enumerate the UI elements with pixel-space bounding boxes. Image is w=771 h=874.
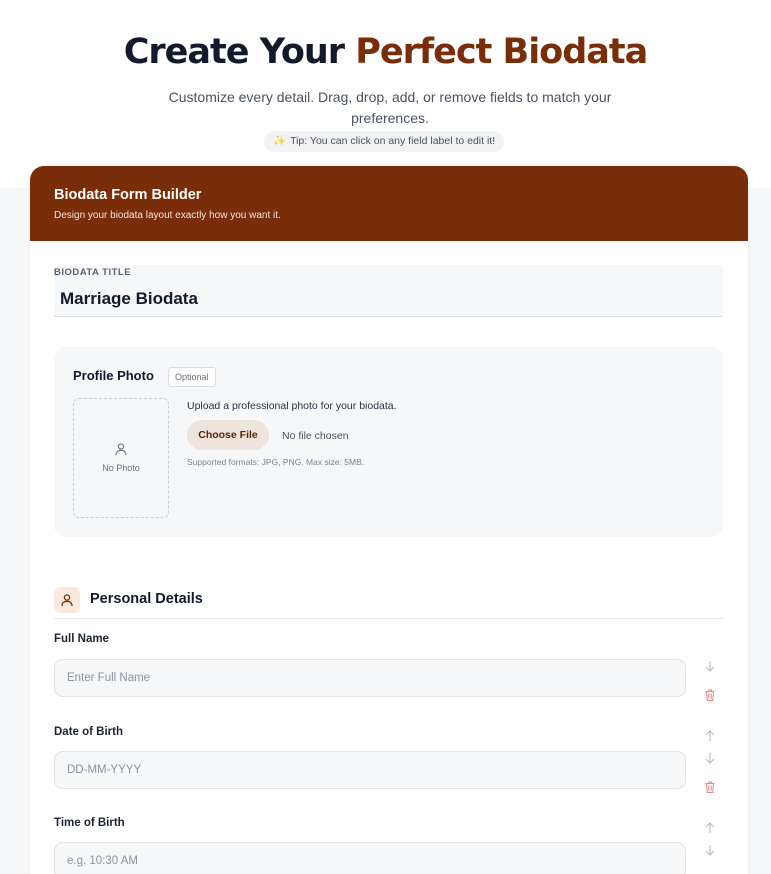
form-builder-card: Biodata Form Builder Design your biodata… — [30, 166, 748, 874]
biodata-title-label: BIODATA TITLE — [54, 267, 132, 278]
card-header: Biodata Form Builder Design your biodata… — [30, 166, 748, 241]
no-photo-text: No Photo — [102, 463, 140, 473]
page-subtitle: Customize every detail. Drag, drop, add,… — [168, 89, 612, 126]
upload-description: Upload a professional photo for your bio… — [187, 400, 397, 412]
delete-icon[interactable] — [703, 688, 717, 702]
profile-photo-panel: Profile Photo Optional No Photo Upload a… — [54, 347, 723, 537]
page-title-accent: Perfect Biodata — [355, 32, 648, 72]
move-down-icon[interactable] — [703, 659, 717, 673]
tip-badge: ✨ Tip: You can click on any field label t… — [264, 131, 505, 152]
biodata-title-input[interactable]: Marriage Biodata — [60, 289, 198, 309]
page-title: Create Your Perfect Biodata — [0, 32, 771, 72]
card-header-title: Biodata Form Builder — [54, 187, 202, 203]
optional-badge: Optional — [168, 367, 216, 387]
date-of-birth-input[interactable] — [54, 751, 686, 789]
person-icon — [61, 594, 73, 607]
supported-formats-note: Supported formats: JPG, PNG. Max size: 5… — [187, 457, 365, 467]
full-name-input[interactable] — [54, 659, 686, 697]
sparkle-icon: ✨ — [273, 135, 287, 147]
photo-placeholder[interactable]: No Photo — [73, 398, 169, 518]
section-divider — [54, 618, 723, 619]
card-header-subtitle: Design your biodata layout exactly how y… — [54, 210, 281, 221]
delete-icon[interactable] — [703, 780, 717, 794]
personal-details-icon-wrap — [54, 587, 80, 613]
move-down-icon[interactable] — [703, 843, 717, 857]
choose-file-button[interactable]: Choose File — [187, 420, 269, 450]
personal-details-title: Personal Details — [90, 591, 203, 607]
move-up-icon[interactable] — [703, 729, 717, 743]
field-label-date-of-birth[interactable]: Date of Birth — [54, 726, 123, 738]
page-title-part1: Create Your — [123, 32, 356, 72]
user-icon — [115, 443, 127, 456]
field-label-time-of-birth[interactable]: Time of Birth — [54, 817, 125, 829]
tip-text: Tip: You can click on any field label to… — [290, 135, 496, 147]
file-status: No file chosen — [282, 430, 349, 442]
field-label-full-name[interactable]: Full Name — [54, 633, 109, 645]
time-of-birth-input[interactable] — [54, 842, 686, 874]
profile-photo-title: Profile Photo — [73, 368, 154, 383]
biodata-title-field[interactable]: BIODATA TITLE Marriage Biodata — [54, 265, 723, 317]
move-down-icon[interactable] — [703, 751, 717, 765]
move-up-icon[interactable] — [703, 821, 717, 835]
